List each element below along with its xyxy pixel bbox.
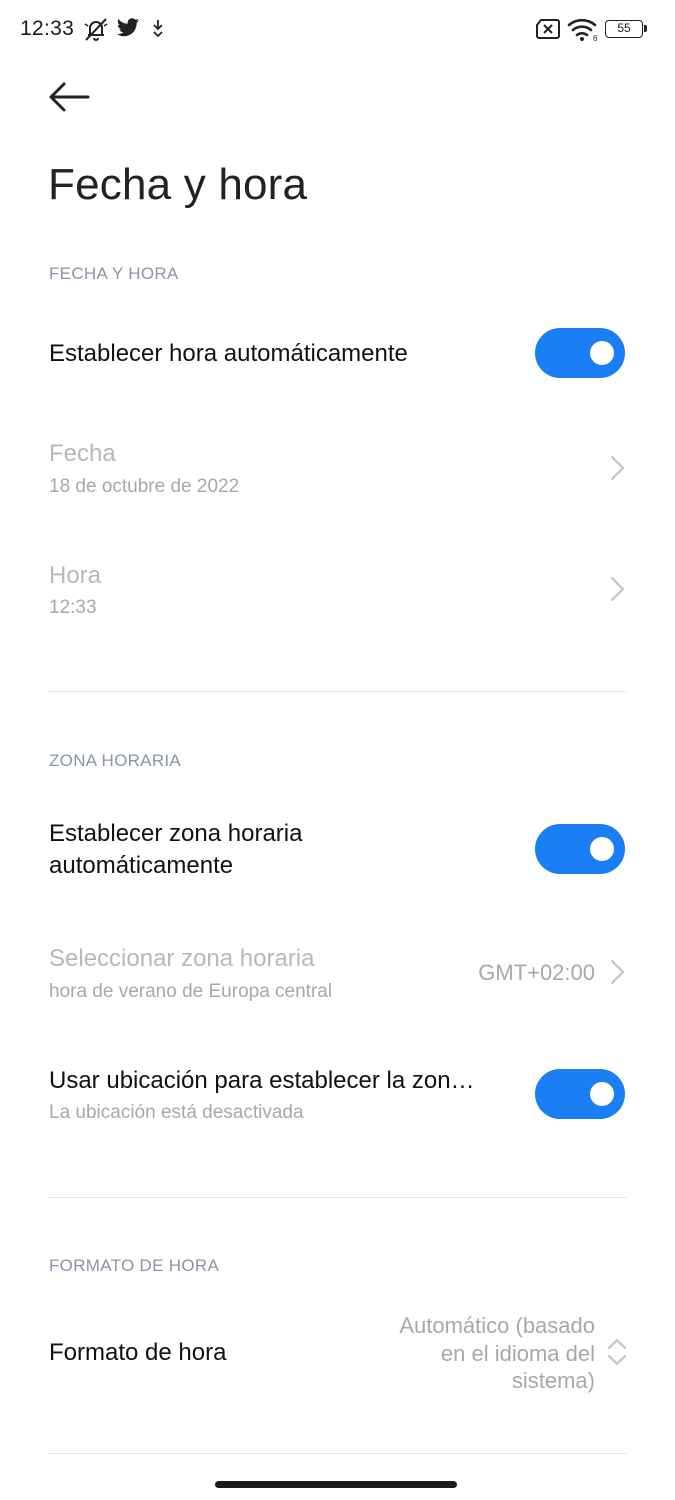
- section-label-date-time: FECHA Y HORA: [49, 264, 179, 283]
- time-format-value-line1: Automático (basado: [399, 1313, 595, 1338]
- status-time: 12:33: [20, 17, 75, 40]
- section-label-timezone: ZONA HORARIA: [49, 751, 182, 770]
- battery-icon: 55: [605, 20, 647, 38]
- download-icon: [153, 20, 163, 38]
- divider: [48, 691, 627, 692]
- time-format-row[interactable]: Formato de hora Automático (basado en el…: [0, 1305, 675, 1415]
- time-title: Hora: [49, 562, 102, 589]
- divider: [48, 1197, 627, 1198]
- auto-time-toggle[interactable]: [535, 328, 625, 378]
- section-label-time-format: FORMATO DE HORA: [49, 1256, 220, 1275]
- time-value: 12:33: [49, 597, 97, 618]
- chevron-right-icon: [610, 455, 625, 481]
- select-timezone-row[interactable]: Seleccionar zona horaria hora de verano …: [0, 930, 675, 1020]
- svg-text:6: 6: [593, 34, 598, 42]
- chevron-right-icon: [610, 576, 625, 602]
- auto-time-title: Establecer hora automáticamente: [49, 340, 408, 367]
- no-sim-icon: [536, 19, 560, 39]
- auto-timezone-toggle[interactable]: [535, 824, 625, 874]
- time-row[interactable]: Hora 12:33: [0, 542, 675, 642]
- use-location-row[interactable]: Usar ubicación para establecer la zon… L…: [0, 1050, 675, 1150]
- notifications-muted-icon: [84, 18, 108, 41]
- auto-timezone-title-line1: Establecer zona horaria: [49, 820, 303, 847]
- chevron-up-down-icon: [607, 1338, 627, 1366]
- auto-timezone-title-line2: automáticamente: [49, 852, 234, 879]
- twitter-icon: [117, 18, 139, 37]
- select-timezone-title: Seleccionar zona horaria: [49, 945, 315, 972]
- timezone-value: GMT+02:00: [478, 960, 595, 985]
- battery-level: 55: [617, 21, 631, 35]
- chevron-right-icon: [610, 959, 625, 985]
- home-indicator[interactable]: [215, 1481, 457, 1488]
- select-timezone-subtitle: hora de verano de Europa central: [49, 981, 333, 1002]
- auto-timezone-row[interactable]: Establecer zona horaria automáticamente: [0, 800, 675, 910]
- date-value: 18 de octubre de 2022: [49, 476, 240, 497]
- time-format-value-line2: en el idioma del: [440, 1341, 595, 1366]
- use-location-subtitle: La ubicación está desactivada: [49, 1102, 304, 1123]
- back-arrow-icon: [49, 82, 90, 112]
- status-bar: 12:33 6 55: [0, 0, 675, 58]
- auto-time-row[interactable]: Establecer hora automáticamente: [0, 300, 675, 410]
- use-location-title: Usar ubicación para establecer la zon…: [49, 1067, 475, 1094]
- date-title: Fecha: [49, 440, 116, 467]
- date-row[interactable]: Fecha 18 de octubre de 2022: [0, 420, 675, 520]
- time-format-title: Formato de hora: [49, 1339, 227, 1366]
- divider: [48, 1453, 627, 1454]
- page-title: Fecha y hora: [48, 160, 308, 209]
- wifi-icon: 6: [567, 18, 598, 42]
- use-location-toggle[interactable]: [535, 1069, 625, 1119]
- back-button[interactable]: [44, 76, 96, 118]
- time-format-value-line3: sistema): [511, 1368, 595, 1393]
